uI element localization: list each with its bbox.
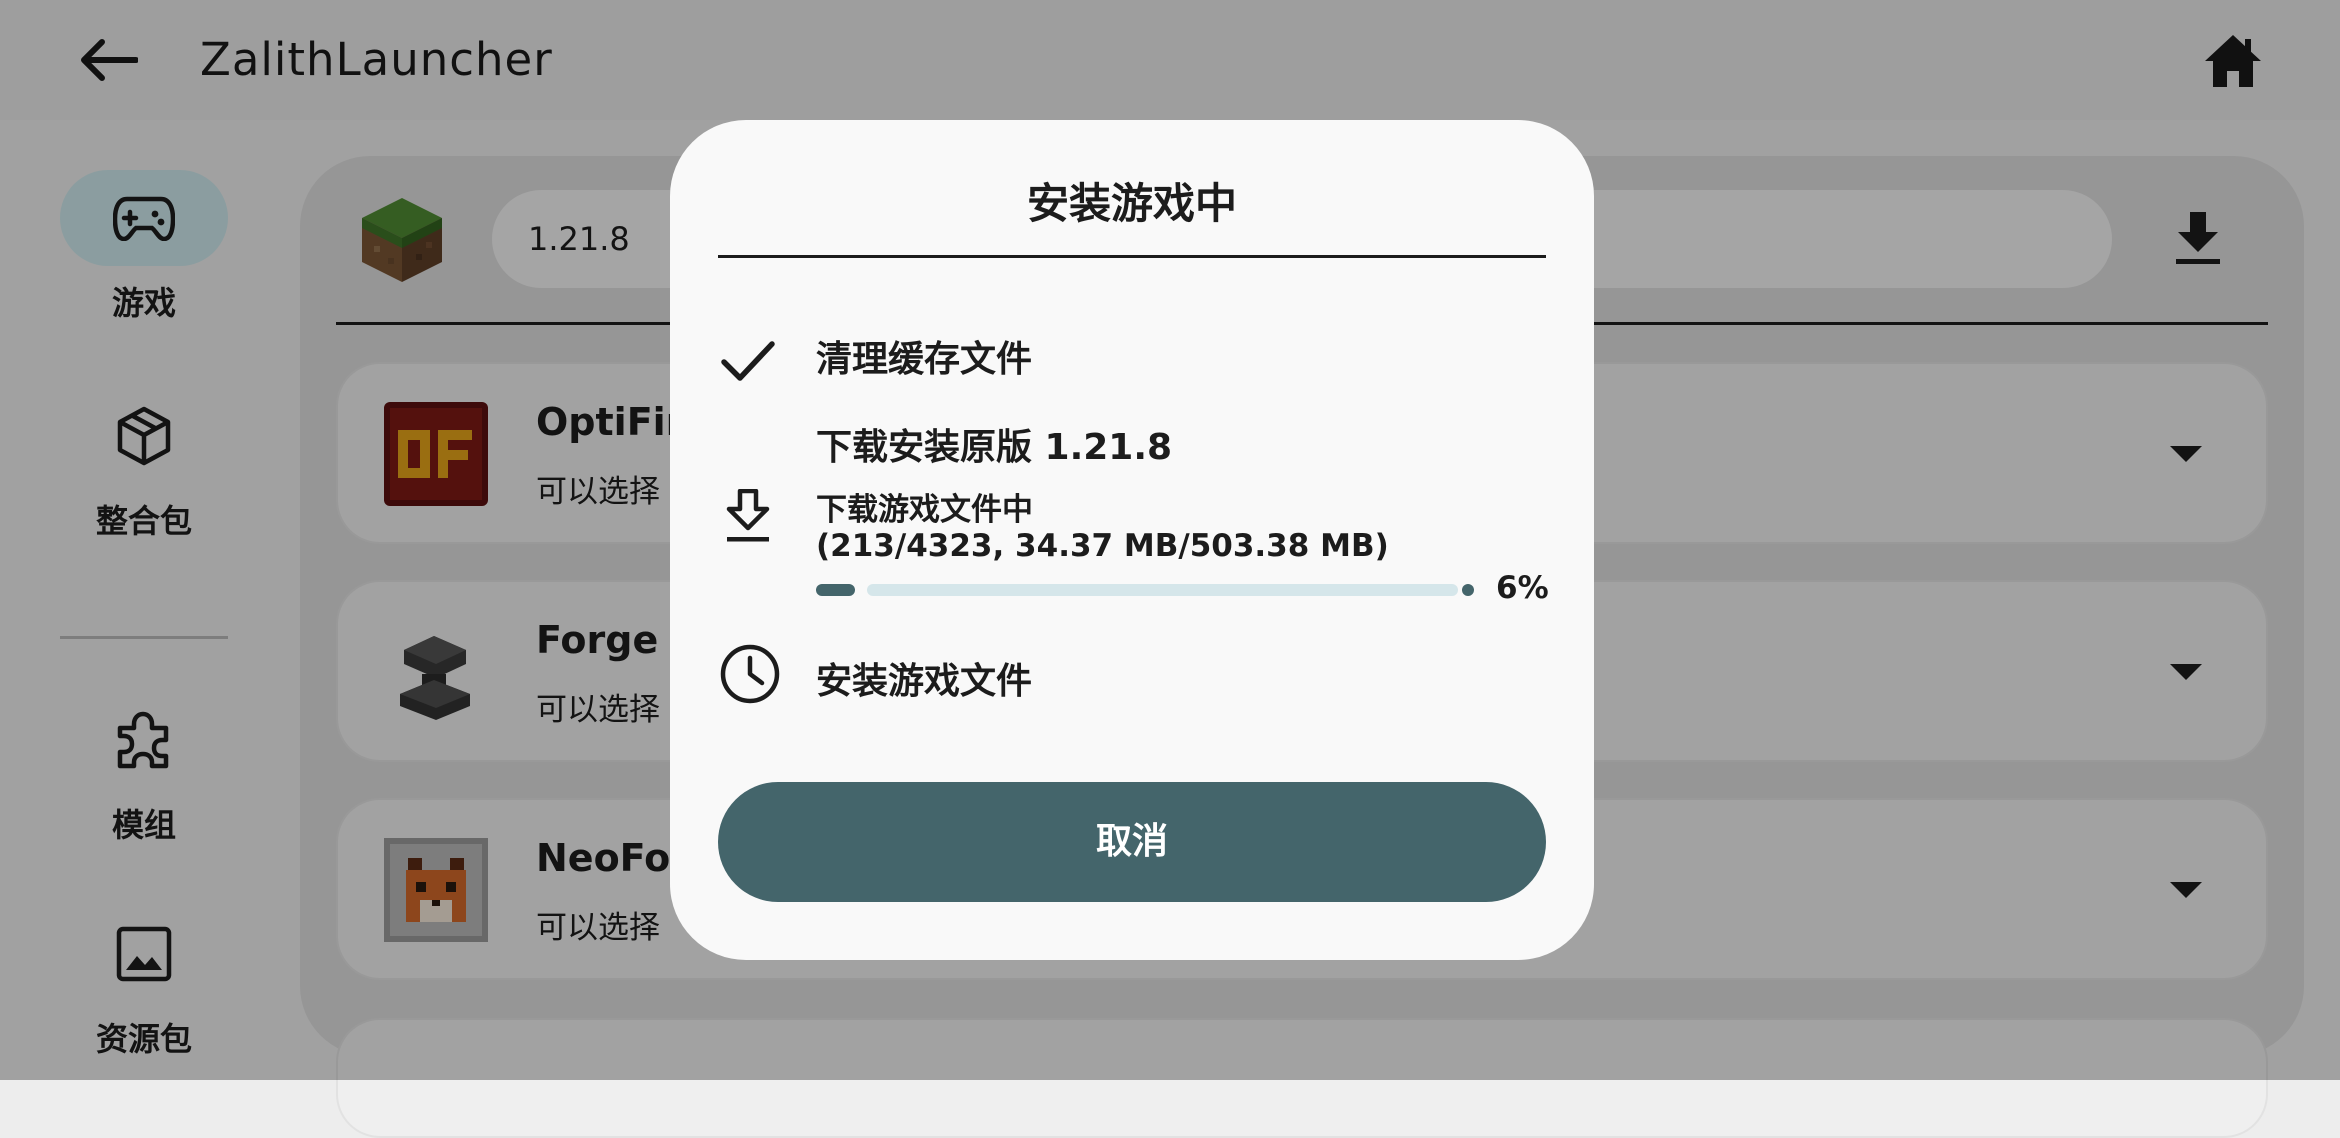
- progress-remaining: [867, 584, 1458, 596]
- download-icon: [726, 489, 770, 542]
- task-label: 下载安装原版 1.21.8: [816, 427, 1173, 468]
- dialog-divider: [718, 255, 1546, 258]
- progress-fill: [816, 584, 855, 596]
- task-label: 清理缓存文件: [816, 339, 1033, 380]
- task-status-done: [718, 332, 778, 392]
- clock-icon: [720, 644, 780, 704]
- install-progress-dialog: 安装游戏中 清理缓存文件 下载安装原版 1.21.8 下载游戏文件中 (213/…: [670, 120, 1594, 960]
- task-status-downloading: [718, 484, 778, 548]
- task-sub-detail: (213/4323, 34.37 MB/503.38 MB): [816, 528, 1389, 564]
- task-sub-status: 下载游戏文件中: [816, 492, 1033, 528]
- task-status-pending: [718, 642, 782, 706]
- progress-percent: 6%: [1496, 570, 1549, 606]
- download-progress-bar: [816, 584, 1474, 596]
- task-label: 安装游戏文件: [816, 661, 1033, 702]
- progress-stop-dot: [1462, 584, 1474, 596]
- cancel-button[interactable]: 取消: [718, 782, 1546, 902]
- dialog-title: 安装游戏中: [1026, 179, 1237, 228]
- check-icon: [721, 341, 775, 381]
